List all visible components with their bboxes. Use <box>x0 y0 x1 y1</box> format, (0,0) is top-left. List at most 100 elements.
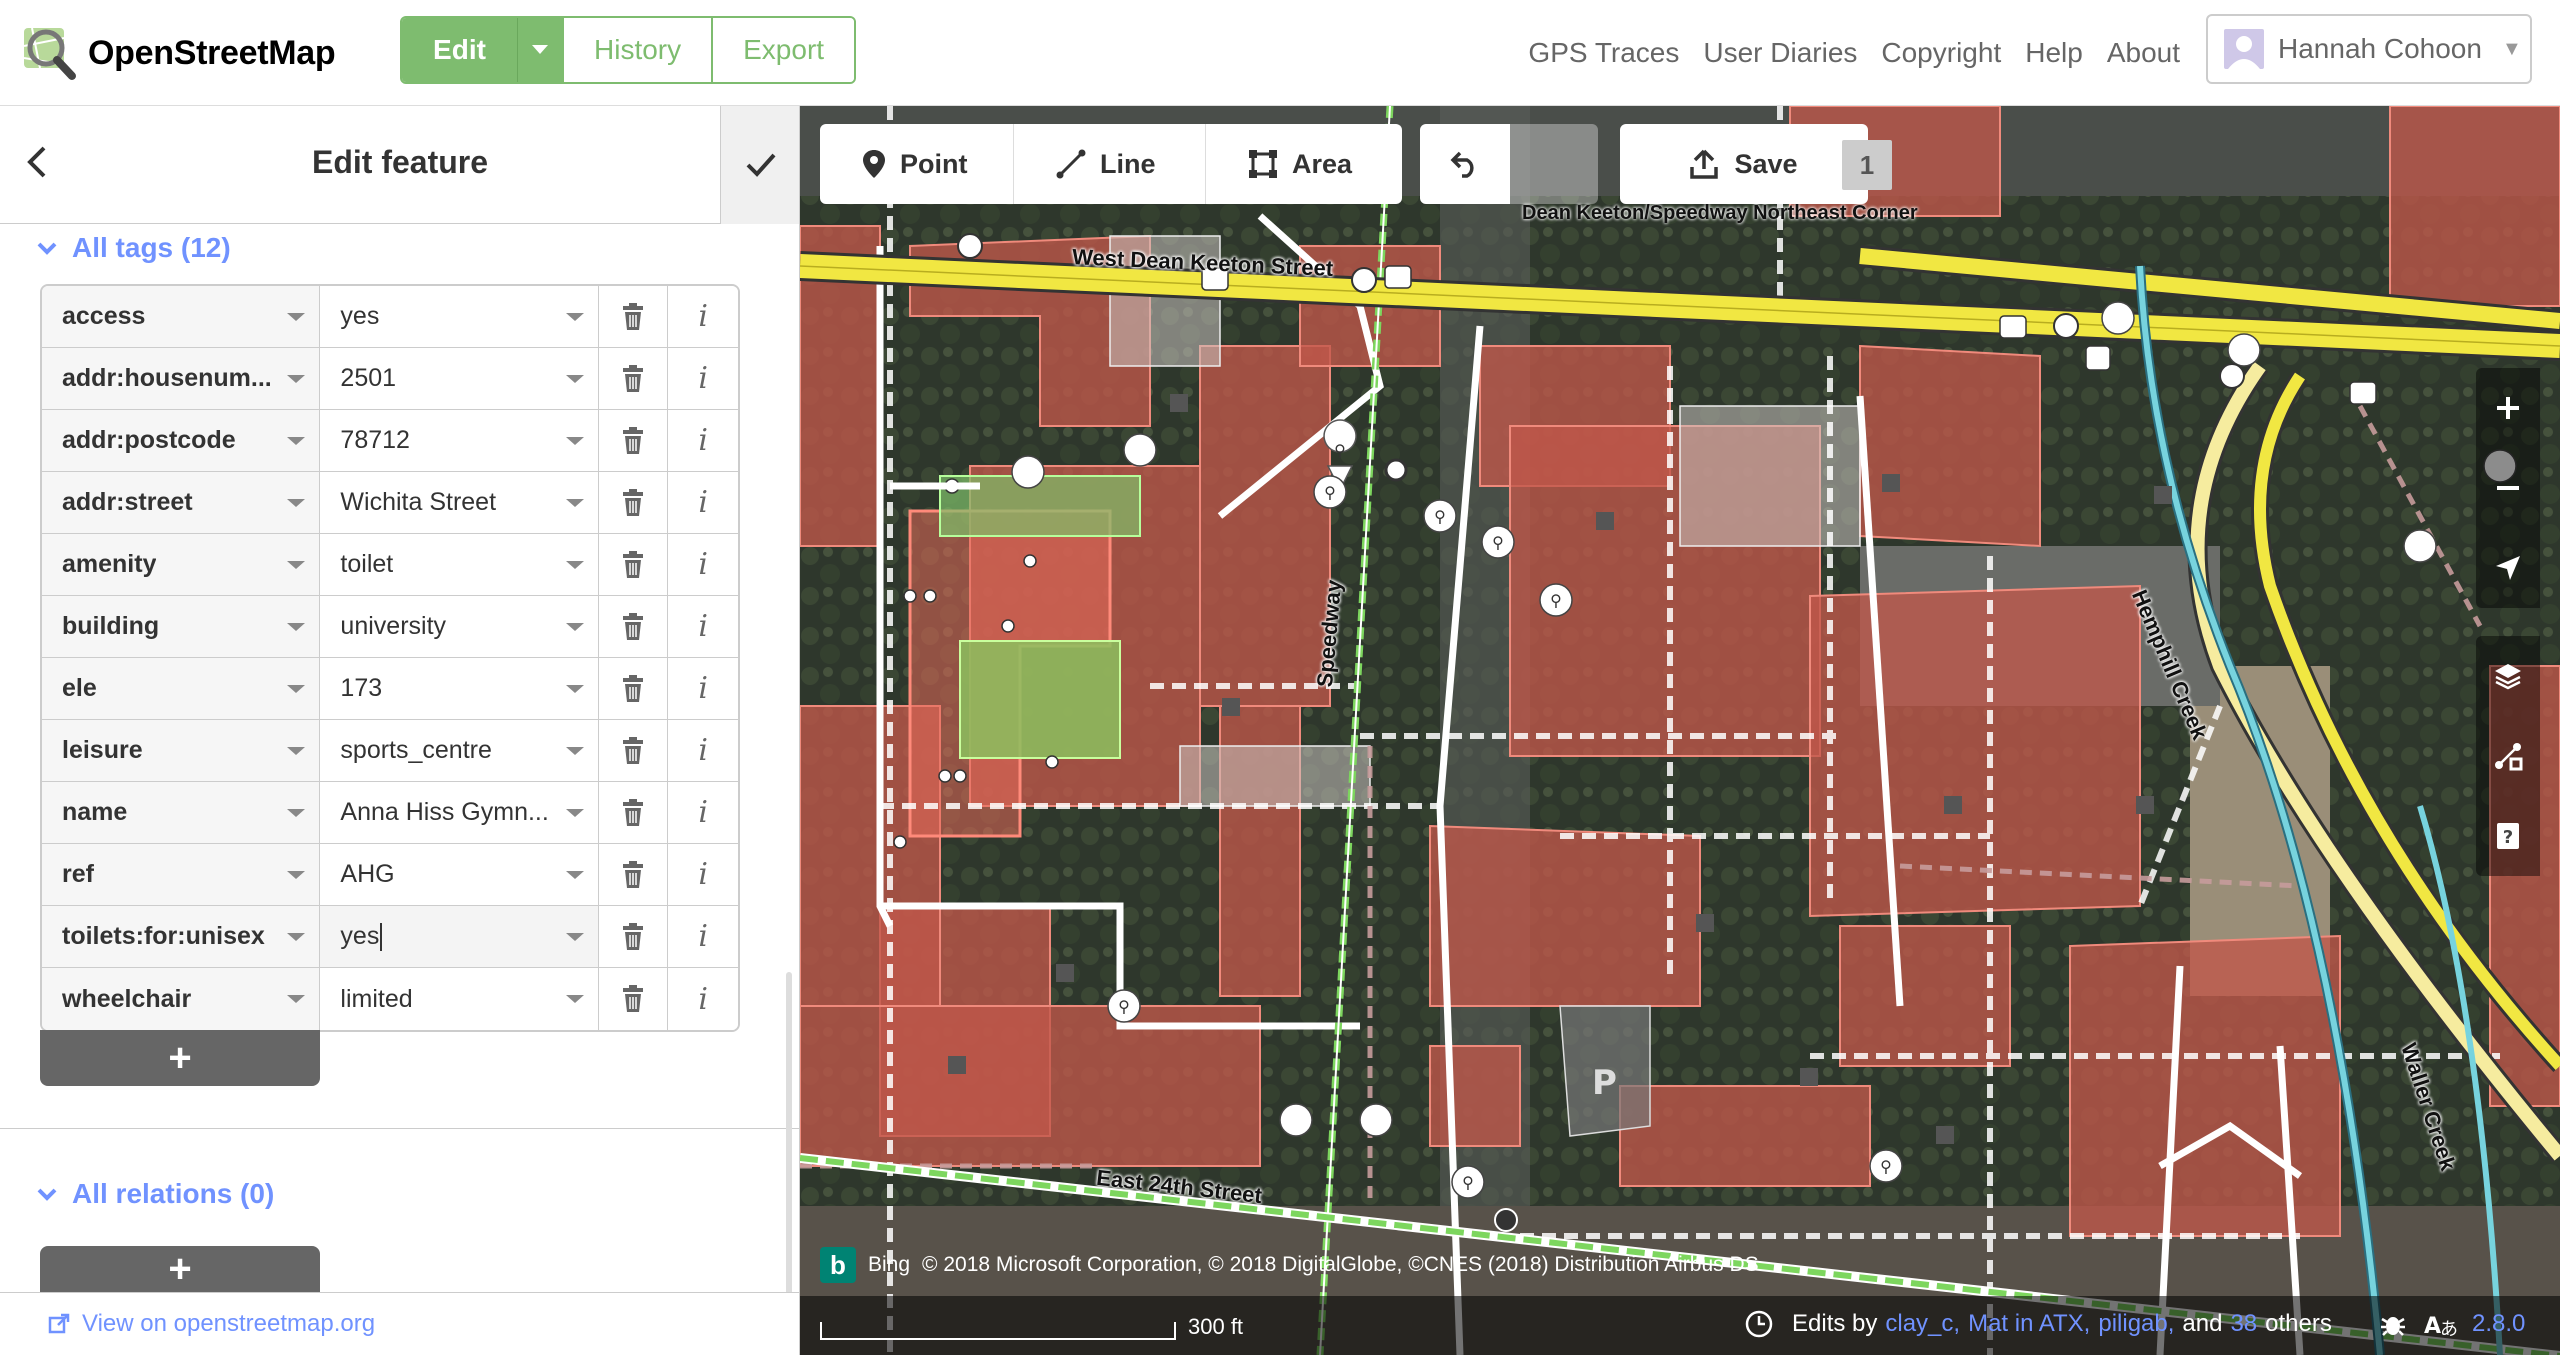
background-settings-button[interactable] <box>2476 636 2540 716</box>
tag-value-field[interactable]: limited <box>320 968 599 1030</box>
delete-tag-button[interactable] <box>598 348 669 409</box>
add-relation-button[interactable]: + <box>40 1246 320 1292</box>
redo-button[interactable] <box>1510 124 1598 204</box>
tag-value-field[interactable]: university <box>320 596 599 657</box>
tag-info-button[interactable]: i <box>668 348 738 409</box>
history-clock-icon[interactable] <box>1744 1309 1774 1339</box>
edit-button[interactable]: Edit <box>402 18 518 82</box>
combo-caret-icon[interactable] <box>565 871 584 879</box>
tag-info-button[interactable]: i <box>668 534 738 595</box>
history-button[interactable]: History <box>564 18 714 82</box>
zoom-out-button[interactable] <box>2476 448 2540 528</box>
all-tags-toggle[interactable]: All tags (12) <box>36 232 231 264</box>
combo-caret-icon[interactable] <box>565 933 584 941</box>
combo-caret-icon[interactable] <box>565 623 584 631</box>
delete-tag-button[interactable] <box>598 472 669 533</box>
nav-link-gps-traces[interactable]: GPS Traces <box>1528 37 1679 69</box>
combo-caret-icon[interactable] <box>565 375 584 383</box>
tag-value-field[interactable]: 173 <box>320 658 599 719</box>
tag-key-field[interactable]: building <box>42 596 321 657</box>
tag-key-field[interactable]: access <box>42 286 321 347</box>
delete-tag-button[interactable] <box>598 906 669 967</box>
delete-tag-button[interactable] <box>598 410 669 471</box>
combo-caret-icon[interactable] <box>287 623 306 631</box>
tag-info-button[interactable]: i <box>668 286 738 347</box>
combo-caret-icon[interactable] <box>287 375 306 383</box>
combo-caret-icon[interactable] <box>565 809 584 817</box>
editor-link[interactable]: piligab, <box>2098 1310 2174 1338</box>
combo-caret-icon[interactable] <box>287 933 306 941</box>
tag-info-button[interactable]: i <box>668 968 738 1030</box>
tag-value-field[interactable]: sports_centre <box>320 720 599 781</box>
tag-key-field[interactable]: ref <box>42 844 321 905</box>
delete-tag-button[interactable] <box>598 720 669 781</box>
map-data-button[interactable] <box>2476 716 2540 796</box>
done-button[interactable] <box>720 106 799 224</box>
add-point-button[interactable]: Point <box>820 124 1014 204</box>
delete-tag-button[interactable] <box>598 844 669 905</box>
tag-info-button[interactable]: i <box>668 596 738 657</box>
tag-value-field[interactable]: Anna Hiss Gymn... <box>320 782 599 843</box>
osm-logo[interactable]: OpenStreetMap <box>20 18 336 88</box>
tag-key-field[interactable]: wheelchair <box>42 968 321 1030</box>
delete-tag-button[interactable] <box>598 534 669 595</box>
bug-icon[interactable] <box>2378 1309 2408 1339</box>
tag-info-button[interactable]: i <box>668 844 738 905</box>
tag-key-field[interactable]: name <box>42 782 321 843</box>
delete-tag-button[interactable] <box>598 658 669 719</box>
nav-link-help[interactable]: Help <box>2025 37 2083 69</box>
add-tag-button[interactable]: + <box>40 1030 320 1086</box>
combo-caret-icon[interactable] <box>287 995 306 1003</box>
delete-tag-button[interactable] <box>598 286 669 347</box>
combo-caret-icon[interactable] <box>565 685 584 693</box>
help-button[interactable]: ? <box>2476 796 2540 876</box>
export-button[interactable]: Export <box>713 18 855 82</box>
tag-value-field[interactable]: AHG <box>320 844 599 905</box>
version-link[interactable]: 2.8.0 <box>2472 1310 2525 1338</box>
combo-caret-icon[interactable] <box>287 871 306 879</box>
map-canvas[interactable]: ⚲ ⚲ ⚲ ⚲ ⚲ ⚲ ⚲ ⚲ P West Dean Keeton Stree… <box>800 106 2560 1355</box>
tag-key-field[interactable]: addr:street <box>42 472 321 533</box>
tag-info-button[interactable]: i <box>668 720 738 781</box>
geolocate-button[interactable] <box>2476 528 2540 608</box>
nav-link-user-diaries[interactable]: User Diaries <box>1703 37 1857 69</box>
tag-key-field[interactable]: toilets:for:unisex <box>42 906 321 967</box>
zoom-in-button[interactable] <box>2476 368 2540 448</box>
nav-link-about[interactable]: About <box>2107 37 2180 69</box>
combo-caret-icon[interactable] <box>287 561 306 569</box>
tag-key-field[interactable]: addr:postcode <box>42 410 321 471</box>
undo-button[interactable] <box>1420 124 1510 204</box>
editor-link[interactable]: Mat in ATX, <box>1968 1310 2090 1338</box>
combo-caret-icon[interactable] <box>565 499 584 507</box>
add-line-button[interactable]: Line <box>1014 124 1206 204</box>
combo-caret-icon[interactable] <box>565 561 584 569</box>
bing-label[interactable]: Bing <box>868 1253 910 1277</box>
edit-dropdown-button[interactable] <box>518 18 564 82</box>
add-area-button[interactable]: Area <box>1206 124 1402 204</box>
tag-info-button[interactable]: i <box>668 410 738 471</box>
delete-tag-button[interactable] <box>598 596 669 657</box>
tag-value-field[interactable]: yes <box>320 906 599 967</box>
tag-key-field[interactable]: amenity <box>42 534 321 595</box>
view-on-osm-link[interactable]: View on openstreetmap.org <box>82 1310 375 1338</box>
combo-caret-icon[interactable] <box>287 313 306 321</box>
combo-caret-icon[interactable] <box>565 437 584 445</box>
scale-bar[interactable]: 300 ft <box>820 1304 1243 1340</box>
tag-value-field[interactable]: 2501 <box>320 348 599 409</box>
tag-value-field[interactable]: Wichita Street <box>320 472 599 533</box>
delete-tag-button[interactable] <box>598 968 669 1030</box>
combo-caret-icon[interactable] <box>287 747 306 755</box>
user-menu[interactable]: Hannah Cohoon ▼ <box>2206 14 2532 84</box>
combo-caret-icon[interactable] <box>565 313 584 321</box>
combo-caret-icon[interactable] <box>565 995 584 1003</box>
tag-info-button[interactable]: i <box>668 906 738 967</box>
bing-logo-icon[interactable]: b <box>820 1247 856 1283</box>
tag-value-field[interactable]: 78712 <box>320 410 599 471</box>
translate-icon[interactable]: Aあ <box>2422 1309 2458 1339</box>
combo-caret-icon[interactable] <box>287 809 306 817</box>
tag-value-field[interactable]: yes <box>320 286 599 347</box>
save-button[interactable]: Save <box>1620 124 1868 204</box>
delete-tag-button[interactable] <box>598 782 669 843</box>
tag-key-field[interactable]: leisure <box>42 720 321 781</box>
tag-value-field[interactable]: toilet <box>320 534 599 595</box>
